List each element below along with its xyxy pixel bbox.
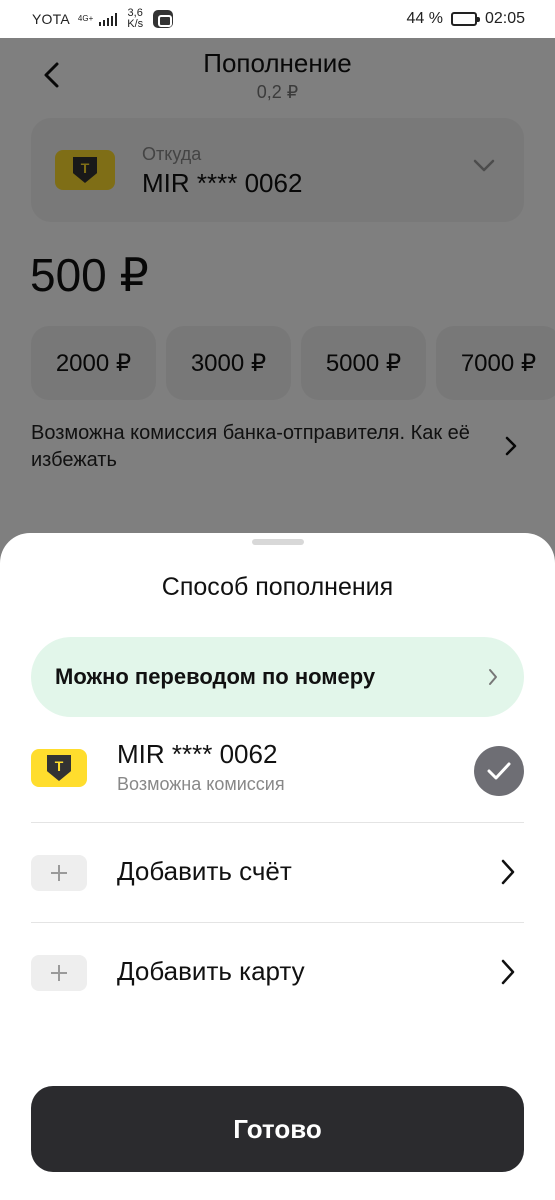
- network-type: 4G+: [77, 14, 94, 23]
- tbank-card-icon: T: [31, 749, 87, 787]
- signal-icon: [99, 12, 118, 26]
- add-card-label: Добавить карту: [117, 956, 305, 986]
- phone-transfer-label: Можно переводом по номеру: [55, 664, 376, 689]
- add-account-row[interactable]: Добавить счёт: [31, 823, 524, 921]
- network-speed: 3,6 K/s: [127, 8, 143, 30]
- add-card-row[interactable]: Добавить карту: [31, 923, 524, 1021]
- clock: 02:05: [484, 10, 525, 27]
- tbank-logo-icon: T: [47, 755, 71, 781]
- card-subtitle: Возможна комиссия: [117, 774, 285, 794]
- status-right: 44 % 02:05: [406, 10, 525, 28]
- screen: YOTA 4G+ 3,6 K/s 44 % 02:05 Пополнение 0…: [0, 0, 555, 1200]
- phone-transfer-banner[interactable]: Можно переводом по номеру: [31, 637, 524, 717]
- chevron-right-icon: [489, 669, 497, 685]
- battery-percent: 44 %: [406, 10, 443, 27]
- sheet-drag-handle[interactable]: [252, 539, 304, 545]
- chevron-right-icon: [501, 859, 515, 885]
- carrier-name: YOTA: [32, 11, 70, 27]
- plus-icon: [31, 955, 87, 991]
- card-option-mir-0062[interactable]: T MIR **** 0062 Возможна комиссия: [31, 729, 524, 821]
- selected-check-icon: [474, 746, 524, 796]
- chevron-right-icon: [501, 959, 515, 985]
- status-left: YOTA 4G+ 3,6 K/s: [32, 8, 174, 30]
- card-title: MIR **** 0062: [117, 739, 278, 769]
- battery-icon: [450, 12, 480, 26]
- notification-app-icon: [153, 10, 174, 28]
- topup-method-sheet: Способ пополнения Можно переводом по ном…: [0, 533, 555, 1200]
- sheet-title: Способ пополнения: [161, 573, 394, 601]
- status-bar: YOTA 4G+ 3,6 K/s 44 % 02:05: [0, 0, 555, 38]
- done-button[interactable]: Готово: [31, 1086, 524, 1172]
- network-speed-unit: K/s: [127, 18, 144, 30]
- add-account-label: Добавить счёт: [117, 856, 292, 886]
- plus-icon: [31, 855, 87, 891]
